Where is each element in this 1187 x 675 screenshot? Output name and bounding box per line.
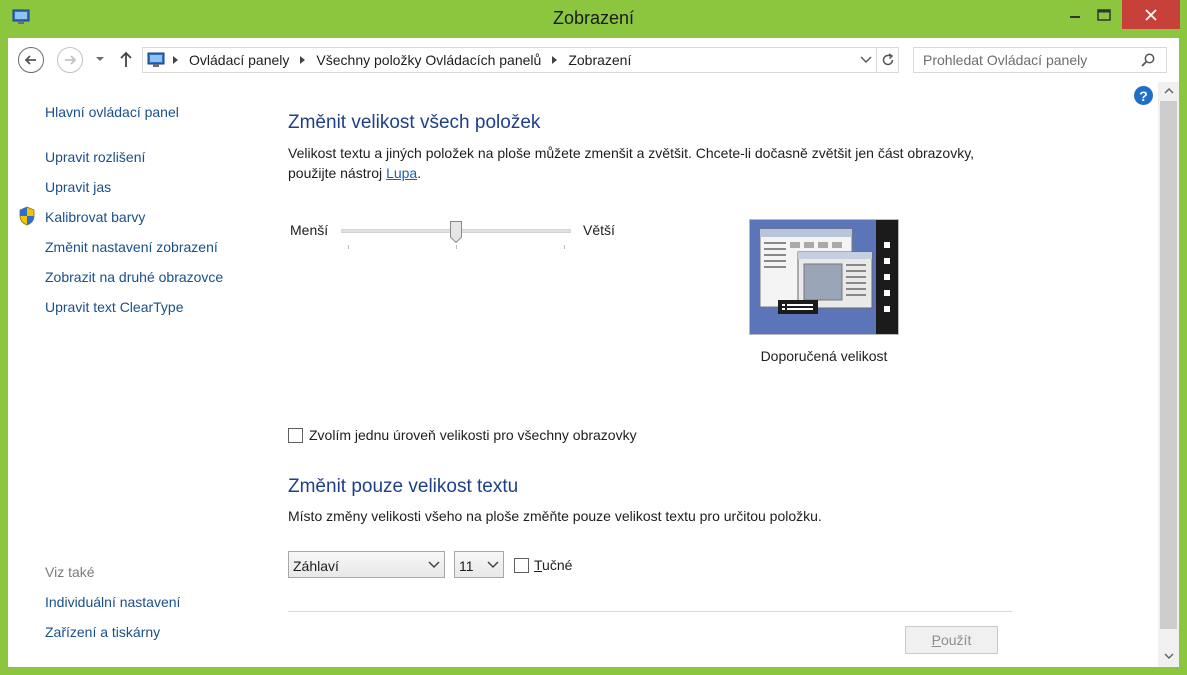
search-input[interactable] (914, 48, 1134, 72)
minimize-button[interactable] (1062, 0, 1088, 30)
section-description-text-size: Místo změny velikosti všeho na ploše změ… (288, 508, 822, 524)
scroll-down-button[interactable] (1158, 647, 1179, 665)
chevron-down-icon (427, 552, 441, 577)
breadcrumb-separator-icon[interactable] (552, 56, 558, 64)
apply-button-label: Použít (932, 632, 972, 648)
title-bar: Zobrazení (0, 0, 1187, 38)
sidebar-link-adjust-brightness[interactable]: Upravit jas (45, 179, 111, 195)
sidebar-link-adjust-resolution[interactable]: Upravit rozlišení (45, 149, 145, 165)
recent-locations-chevron-icon[interactable] (94, 53, 106, 65)
breadcrumb-separator-icon[interactable] (300, 56, 306, 64)
desktop-preview-illustration (750, 220, 898, 334)
forward-arrow-icon (65, 55, 77, 65)
minimize-icon (1070, 16, 1080, 18)
address-bar[interactable]: Ovládací panely Všechny položky Ovládací… (142, 47, 899, 73)
slider-max-label: Větší (583, 222, 615, 238)
size-preview-image (749, 219, 899, 335)
slider-min-label: Menší (290, 222, 329, 238)
breadcrumb-item-display[interactable]: Zobrazení (568, 52, 631, 68)
slider-thumb[interactable] (450, 221, 462, 243)
maximize-button[interactable] (1090, 0, 1118, 30)
sidebar-link-change-display-settings[interactable]: Změnit nastavení zobrazení (45, 239, 218, 255)
sidebar-link-control-panel-home[interactable]: Hlavní ovládací panel (45, 104, 179, 120)
section-description-change-size: Velikost textu a jiných položek na ploše… (288, 143, 978, 183)
description-text-end: . (417, 165, 422, 181)
one-scaling-level-label[interactable]: Zvolím jednu úroveň velikosti pro všechn… (309, 427, 637, 443)
sidebar-link-devices-and-printers[interactable]: Zařízení a tiskárny (45, 624, 160, 640)
sidebar-link-calibrate-color[interactable]: Kalibrovat barvy (45, 209, 145, 225)
item-select-value: Záhlaví (293, 558, 339, 574)
scrollbar-thumb[interactable] (1160, 101, 1177, 629)
navigation-bar: Ovládací panely Všechny položky Ovládací… (8, 38, 1179, 82)
uac-shield-icon (19, 206, 35, 226)
bold-label-rest: učné (542, 557, 573, 573)
section-title-text-size: Změnit pouze velikost textu (288, 476, 519, 497)
apply-mnemonic: P (931, 632, 941, 648)
divider (288, 611, 1012, 612)
forward-button[interactable] (57, 47, 83, 73)
back-button[interactable] (18, 47, 44, 73)
up-arrow-icon[interactable] (118, 50, 134, 68)
one-scaling-level-checkbox[interactable] (288, 428, 303, 443)
chevron-down-icon (1164, 653, 1173, 659)
window-title: Zobrazení (552, 8, 635, 28)
slider-tick (456, 245, 457, 249)
window: Zobrazení Ovládací panely Všechny položk… (0, 0, 1187, 675)
refresh-button[interactable] (876, 48, 898, 72)
preview-caption: Doporučená velikost (760, 348, 888, 364)
address-dropdown-button[interactable] (856, 48, 876, 72)
apply-button[interactable]: Použít (905, 626, 998, 654)
font-size-select[interactable]: 11 (454, 551, 504, 578)
breadcrumb: Ovládací panely Všechny položky Ovládací… (173, 48, 631, 72)
breadcrumb-item-control-panel[interactable]: Ovládací panely (189, 52, 289, 68)
help-icon[interactable]: ? (1134, 86, 1153, 105)
vertical-scrollbar[interactable] (1158, 82, 1179, 667)
client-area: Ovládací panely Všechny položky Ovládací… (8, 38, 1179, 667)
scroll-up-button[interactable] (1158, 82, 1179, 100)
close-icon (1145, 8, 1157, 21)
bold-label[interactable]: Tučné (534, 557, 572, 573)
slider-tick (348, 245, 349, 249)
slider-tick (564, 245, 565, 249)
sidebar-link-adjust-cleartype[interactable]: Upravit text ClearType (45, 299, 184, 315)
section-title-change-size: Změnit velikost všech položek (288, 112, 541, 133)
refresh-icon (882, 53, 893, 66)
bold-checkbox[interactable] (514, 558, 529, 573)
chevron-down-icon (486, 552, 500, 577)
search-icon[interactable] (1140, 52, 1156, 68)
see-also-heading: Viz také (45, 564, 95, 580)
bold-label-mnemonic: T (534, 557, 543, 573)
font-size-select-value: 11 (459, 558, 474, 574)
sidebar-link-project-second-screen[interactable]: Zobrazit na druhé obrazovce (45, 269, 223, 285)
apply-label-rest: oužít (940, 632, 972, 648)
sidebar-link-personalization[interactable]: Individuální nastavení (45, 594, 180, 610)
control-panel-icon (147, 52, 165, 67)
item-select[interactable]: Záhlaví (288, 551, 445, 578)
magnifier-link[interactable]: Lupa (386, 165, 417, 181)
back-arrow-icon (24, 55, 36, 65)
size-slider[interactable] (341, 218, 571, 250)
left-pane: Hlavní ovládací panel Upravit rozlišení … (8, 82, 258, 667)
breadcrumb-separator-icon[interactable] (173, 56, 178, 64)
chevron-down-icon (860, 56, 872, 63)
close-button[interactable] (1122, 0, 1180, 29)
chevron-up-icon (1164, 88, 1173, 94)
search-box[interactable] (913, 47, 1167, 73)
breadcrumb-item-all-items[interactable]: Všechny položky Ovládacích panelů (316, 52, 541, 68)
maximize-icon (1097, 9, 1111, 21)
